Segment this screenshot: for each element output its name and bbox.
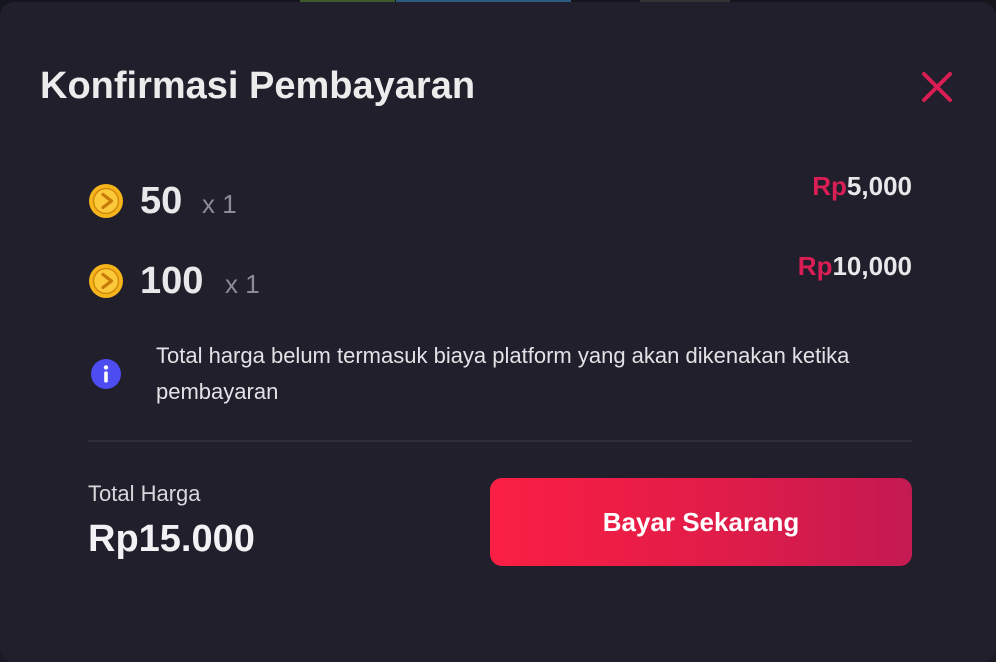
close-button[interactable] [916, 68, 956, 108]
coin-icon [89, 184, 123, 218]
item-price-currency: Rp [812, 171, 847, 201]
total-value: Rp15.000 [88, 518, 255, 560]
item-price: Rp10,000 [798, 246, 912, 286]
pay-now-button[interactable]: Bayar Sekarang [490, 478, 912, 566]
payment-confirmation-modal: Konfirmasi Pembayaran 50 x 1 Rp5,000 100… [0, 2, 996, 662]
item-quantity: 50 [140, 180, 183, 222]
info-text: Total harga belum termasuk biaya platfor… [156, 343, 850, 404]
item-multiplier: x 1 [202, 189, 237, 219]
close-icon [922, 72, 952, 102]
order-item-row: 100 x 1 Rp10,000 [88, 251, 912, 306]
item-price-amount: 10,000 [832, 251, 912, 281]
item-price: Rp5,000 [812, 166, 912, 206]
item-price-currency: Rp [797, 251, 833, 281]
total-label: Total Harga [88, 481, 201, 506]
coin-icon [89, 264, 123, 298]
info-icon [91, 359, 121, 389]
item-multiplier: x 1 [225, 269, 260, 299]
item-price-amount: 5,000 [846, 171, 912, 201]
item-quantity: 100 [140, 260, 204, 302]
divider [88, 440, 912, 442]
modal-title: Konfirmasi Pembayaran [40, 65, 476, 107]
order-item-row: 50 x 1 Rp5,000 [88, 171, 912, 226]
